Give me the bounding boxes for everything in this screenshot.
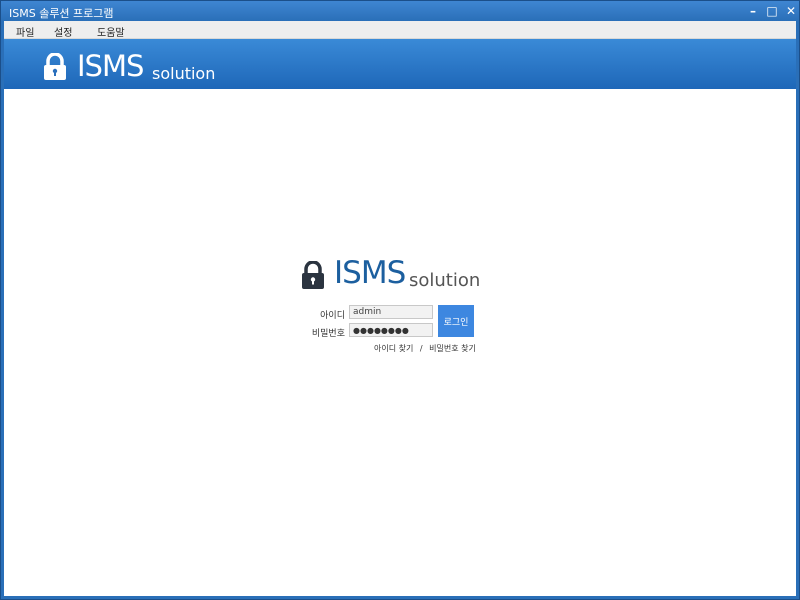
menu-help[interactable]: 도움말 <box>97 24 125 39</box>
id-input[interactable] <box>349 305 433 319</box>
find-account-links: 아이디 찾기 / 비밀번호 찾기 <box>374 343 476 354</box>
banner-brand-sub: solution <box>152 64 216 83</box>
find-id-link[interactable]: 아이디 찾기 <box>374 343 413 354</box>
window-title: ISMS 솔루션 프로그램 <box>9 7 114 20</box>
find-password-link[interactable]: 비밀번호 찾기 <box>429 343 476 354</box>
id-label: 아이디 <box>320 311 345 321</box>
password-label: 비밀번호 <box>311 329 345 339</box>
lock-icon <box>44 53 66 80</box>
login-logo-sub: solution <box>409 270 481 291</box>
menu-file[interactable]: 파일 <box>16 24 34 39</box>
app-window: ISMS 솔루션 프로그램 – □ ✕ 파일 설정 도움말 ISMS solut… <box>0 0 800 600</box>
menu-bar: 파일 설정 도움말 <box>4 21 796 39</box>
password-input[interactable] <box>349 323 433 337</box>
menu-settings[interactable]: 설정 <box>54 24 72 39</box>
close-button[interactable]: ✕ <box>783 3 799 19</box>
header-banner: ISMS solution <box>4 39 796 89</box>
minimize-button[interactable]: – <box>745 3 761 19</box>
maximize-button[interactable]: □ <box>764 3 780 19</box>
main-content: ISMS solution 아이디 비밀번호 로그인 아이디 찾기 / 비밀번호… <box>4 89 796 596</box>
banner-brand-main: ISMS <box>77 49 144 83</box>
login-button[interactable]: 로그인 <box>438 305 474 337</box>
link-separator: / <box>419 344 423 353</box>
lock-icon <box>302 261 324 289</box>
login-logo-main: ISMS <box>334 255 406 291</box>
title-bar[interactable]: ISMS 솔루션 프로그램 – □ ✕ <box>1 1 799 21</box>
